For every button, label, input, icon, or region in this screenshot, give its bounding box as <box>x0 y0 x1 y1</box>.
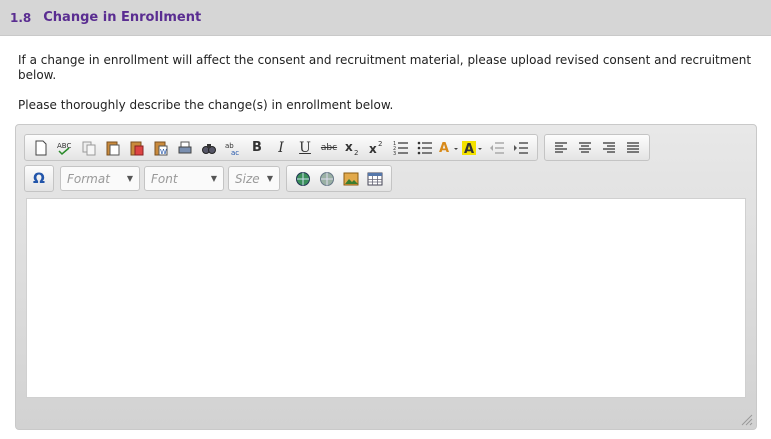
font-select[interactable]: Font ▼ <box>144 166 224 191</box>
outdent-button[interactable] <box>485 137 509 159</box>
format-select[interactable]: Format ▼ <box>60 166 140 191</box>
font-select-label: Font <box>151 171 178 186</box>
rich-text-editor: ABC W ab ac B I U abc x 2 x 2 1 2 3 A A … <box>15 124 757 430</box>
size-select-label: Size <box>235 171 260 186</box>
find-button[interactable] <box>197 137 221 159</box>
copy-button[interactable] <box>77 137 101 159</box>
svg-text:ac: ac <box>231 149 239 156</box>
svg-text:W: W <box>160 148 167 156</box>
paste-word-button[interactable]: W <box>149 137 173 159</box>
resize-grip-icon[interactable] <box>741 414 753 426</box>
chevron-down-icon: ▼ <box>126 174 133 183</box>
image-button[interactable] <box>339 168 363 190</box>
italic-button[interactable]: I <box>269 137 293 159</box>
svg-text:2: 2 <box>354 149 358 156</box>
editor-content-area[interactable] <box>26 198 746 398</box>
justify-button[interactable] <box>621 137 645 159</box>
section-title: Change in Enrollment <box>43 10 202 25</box>
replace-button[interactable]: ab ac <box>221 137 245 159</box>
numbered-list-button[interactable]: 123 <box>389 137 413 159</box>
superscript-button[interactable]: x2 <box>365 137 389 159</box>
special-char-button[interactable]: Ω <box>27 168 51 190</box>
svg-text:x: x <box>369 142 377 156</box>
new-page-button[interactable] <box>29 137 53 159</box>
instruction-upload: If a change in enrollment will affect th… <box>18 53 752 82</box>
toolbar-group-special: Ω <box>24 165 54 192</box>
bold-button[interactable]: B <box>245 137 269 159</box>
paste-text-button[interactable] <box>125 137 149 159</box>
table-button[interactable] <box>363 168 387 190</box>
section-header: 1.8 Change in Enrollment <box>0 0 771 36</box>
toolbar-row-2: Ω Format ▼ Font ▼ Size ▼ <box>24 165 398 192</box>
section-number: 1.8 <box>10 10 32 25</box>
svg-text:A: A <box>439 141 449 156</box>
svg-text:ABC: ABC <box>57 142 71 150</box>
chevron-down-icon: ▼ <box>266 174 273 183</box>
toolbar-group-align <box>544 134 650 161</box>
unlink-button[interactable] <box>315 168 339 190</box>
paste-button[interactable] <box>101 137 125 159</box>
svg-text:A: A <box>464 142 474 156</box>
text-color-button[interactable]: A <box>437 137 461 159</box>
bulleted-list-button[interactable] <box>413 137 437 159</box>
background-color-button[interactable]: A <box>461 137 485 159</box>
subscript-button[interactable]: x2 <box>341 137 365 159</box>
indent-button[interactable] <box>509 137 533 159</box>
toolbar-row-1: ABC W ab ac B I U abc x 2 x 2 1 2 3 A A <box>24 134 656 161</box>
strike-button[interactable]: abc <box>317 137 341 159</box>
print-button[interactable] <box>173 137 197 159</box>
underline-button[interactable]: U <box>293 137 317 159</box>
align-left-button[interactable] <box>549 137 573 159</box>
link-button[interactable] <box>291 168 315 190</box>
format-select-label: Format <box>67 171 110 186</box>
toolbar-group-insert <box>286 165 392 192</box>
align-center-button[interactable] <box>573 137 597 159</box>
spellcheck-button[interactable]: ABC <box>53 137 77 159</box>
instruction-describe: Please thoroughly describe the change(s)… <box>18 98 394 112</box>
svg-text:3: 3 <box>393 151 396 156</box>
toolbar-group-clipboard: ABC W ab ac B I U abc x 2 x 2 1 2 3 A A <box>24 134 538 161</box>
align-right-button[interactable] <box>597 137 621 159</box>
svg-text:2: 2 <box>378 140 382 148</box>
svg-text:x: x <box>345 140 353 154</box>
chevron-down-icon: ▼ <box>210 174 217 183</box>
size-select[interactable]: Size ▼ <box>228 166 280 191</box>
